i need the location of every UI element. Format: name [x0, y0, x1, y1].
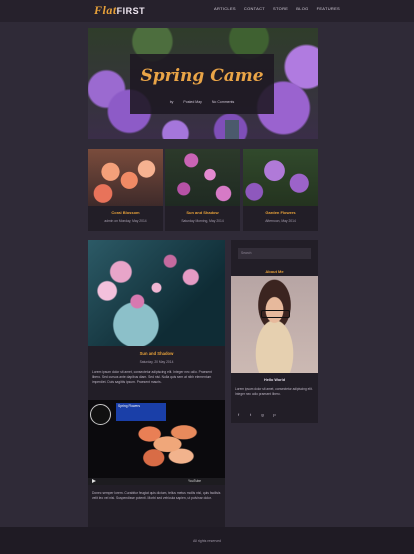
pinterest-icon[interactable]: p — [271, 411, 278, 418]
card[interactable]: Coral Blossom admin on Monday, May 2014 — [88, 149, 163, 231]
about-heading: About Me — [265, 269, 284, 274]
video-title-box[interactable]: Spring Flowers — [116, 403, 166, 421]
author-name: Hello World — [263, 378, 286, 382]
nav-item[interactable]: FEATURES — [317, 6, 340, 11]
hero-side-tab[interactable] — [225, 120, 239, 139]
hero-banner[interactable]: Spring Came by Posted May No Comments — [88, 28, 318, 139]
blog-post: Sun and Shadow Saturday, 20 May 2014 Lor… — [88, 240, 225, 546]
social-links: f t g p — [235, 411, 278, 418]
hero-meta-item: by — [169, 100, 174, 104]
hero-meta-item: No Comments — [211, 100, 235, 104]
nav-item[interactable]: STORE — [273, 6, 288, 11]
footer-text: All rights reserved — [192, 539, 221, 543]
google-icon[interactable]: g — [259, 411, 266, 418]
video-platform-logo[interactable]: YouTube — [188, 479, 201, 483]
sidebar: Search About Me Hello World Lorem ipsum … — [231, 240, 318, 423]
facebook-icon[interactable]: f — [235, 411, 242, 418]
hero-title[interactable]: Spring Came — [130, 66, 274, 86]
card-image[interactable] — [243, 149, 318, 206]
card-title[interactable]: Sun and Shadow — [165, 210, 240, 215]
search-placeholder: Search — [241, 251, 252, 255]
site-footer: All rights reserved — [0, 527, 414, 554]
author-bio: Lorem ipsum dolor sit amet, consectetur … — [235, 387, 313, 396]
video-embed[interactable]: Spring Flowers YouTube — [88, 400, 225, 485]
card[interactable]: Sun and Shadow Saturday Morning, May 201… — [165, 149, 240, 231]
nav-item[interactable]: ARTICLES — [214, 6, 236, 11]
hero-caption: Spring Came by Posted May No Comments — [130, 54, 274, 114]
site-logo[interactable]: FlatFIRST — [94, 3, 145, 19]
glasses-shape — [261, 310, 290, 318]
hero-meta-item: Posted May — [183, 100, 202, 104]
video-controls: YouTube — [88, 478, 225, 485]
nav-item[interactable]: CONTACT — [244, 6, 265, 11]
logo-word: Flat — [94, 3, 117, 17]
card-meta: Afternoon, May 2014 — [265, 219, 296, 223]
twitter-icon[interactable]: t — [247, 411, 254, 418]
featured-cards: Coral Blossom admin on Monday, May 2014 … — [88, 149, 318, 231]
post-excerpt: Lorem ipsum dolor sit amet, consectetur … — [92, 370, 212, 385]
post-image[interactable] — [88, 240, 225, 346]
main-nav: ARTICLES CONTACT STORE BLOG FEATURES — [214, 6, 340, 11]
logo-word-2: FIRST — [116, 6, 146, 16]
search-input[interactable]: Search — [238, 248, 311, 259]
card-meta: Saturday Morning, May 2014 — [181, 219, 224, 223]
channel-avatar-icon[interactable] — [90, 404, 111, 425]
hero-meta: by Posted May No Comments — [130, 100, 274, 104]
author-photo — [231, 276, 318, 373]
nav-item[interactable]: BLOG — [296, 6, 308, 11]
post-footer-text: Donec semper lorem. Curabitur feugiat qu… — [92, 491, 221, 501]
top-bar: FlatFIRST ARTICLES CONTACT STORE BLOG FE… — [0, 0, 414, 22]
card-image[interactable] — [165, 149, 240, 206]
post-title[interactable]: Sun and Shadow — [88, 351, 225, 356]
card-title[interactable]: Coral Blossom — [88, 210, 163, 215]
play-icon[interactable] — [92, 479, 96, 483]
card-image[interactable] — [88, 149, 163, 206]
post-meta: Saturday, 20 May 2014 — [139, 360, 174, 364]
card-title[interactable]: Garden Flowers — [243, 210, 318, 215]
card[interactable]: Garden Flowers Afternoon, May 2014 — [243, 149, 318, 231]
card-meta: admin on Monday, May 2014 — [104, 219, 147, 223]
